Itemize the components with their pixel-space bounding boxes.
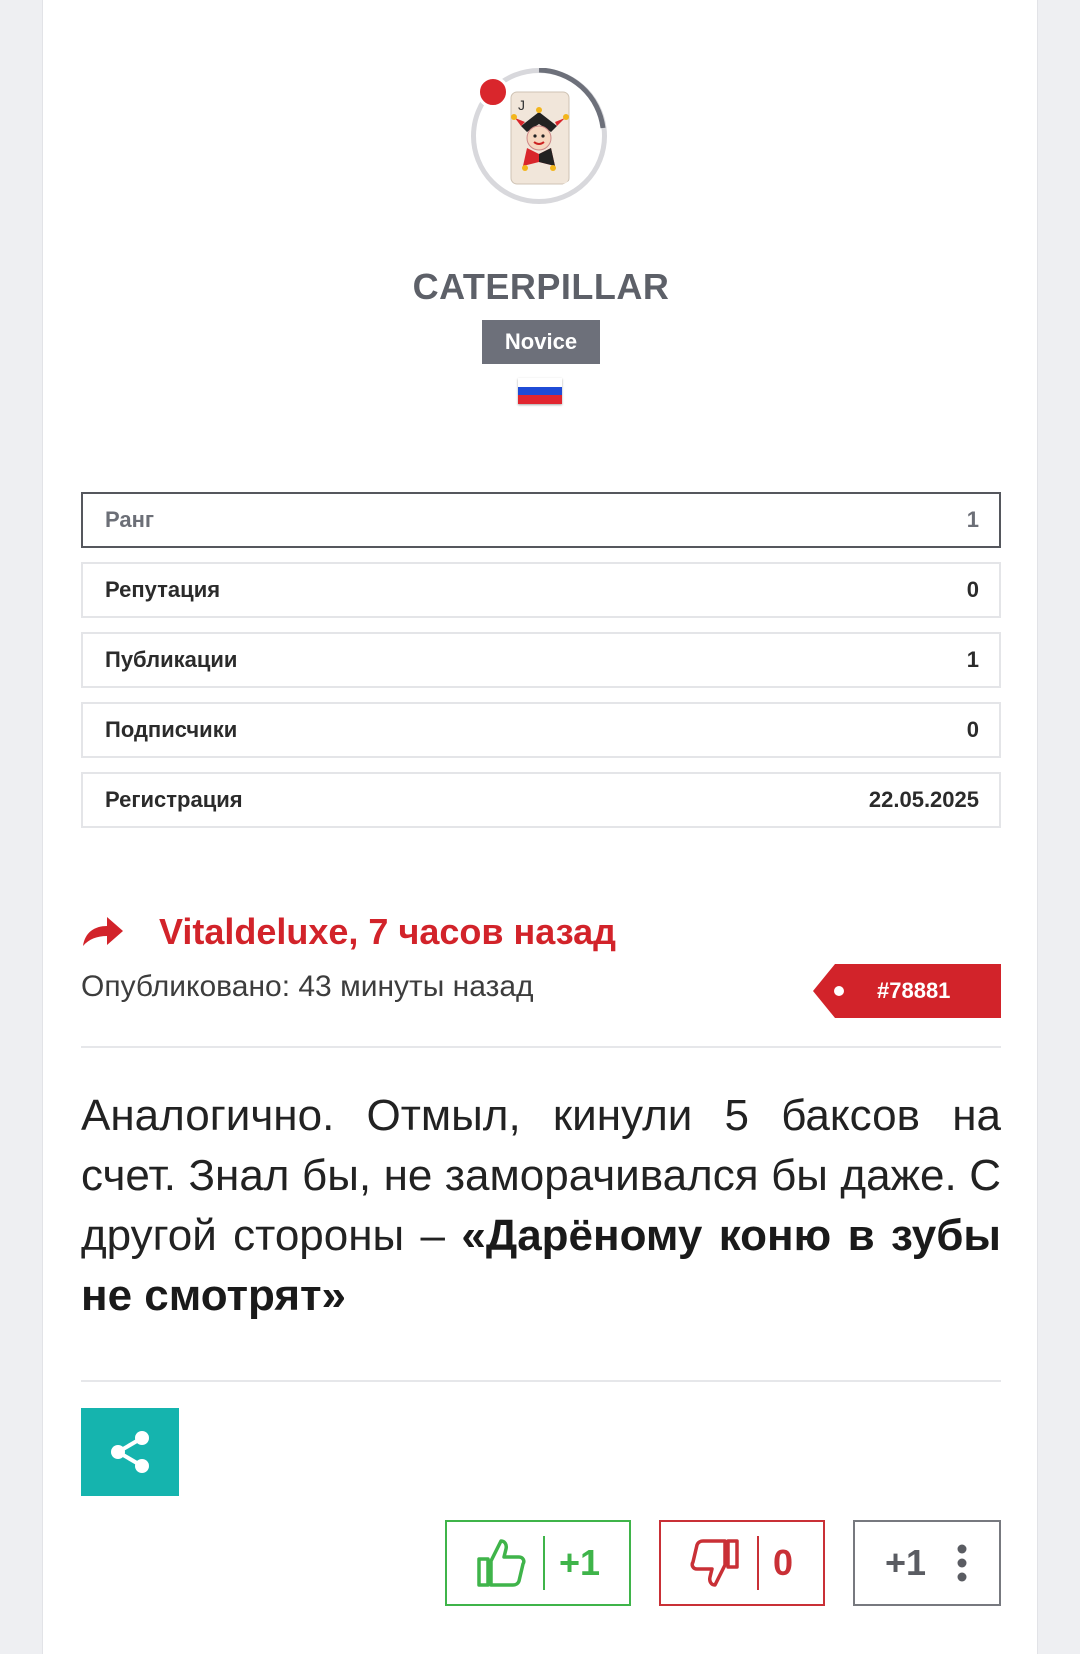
thumbs-up-icon <box>477 1539 526 1587</box>
share-button[interactable] <box>81 1408 179 1496</box>
stat-label: Репутация <box>105 577 221 602</box>
username[interactable]: CATERPILLAR <box>43 266 1039 308</box>
published-time: Опубликовано: 43 минуты назад <box>81 970 534 1003</box>
reply-to-line: Vitaldeluxe, 7 часов назад <box>81 908 616 956</box>
ru-flag-icon <box>518 378 562 404</box>
stat-label: Подписчики <box>105 717 238 742</box>
stat-row-reputation: Репутация 0 <box>81 562 1001 618</box>
total-score: +1 <box>885 1542 927 1583</box>
divider <box>81 1046 1001 1048</box>
stat-value: 1 <box>966 507 979 532</box>
upvote-button[interactable]: +1 <box>445 1520 631 1606</box>
downvote-button[interactable]: 0 <box>659 1520 825 1606</box>
stat-label: Публикации <box>105 647 238 672</box>
post-body: Аналогично. Отмыл, кинули 5 баксов на сч… <box>81 1086 1001 1326</box>
svg-text:J: J <box>518 97 525 113</box>
stat-value: 1 <box>966 647 979 672</box>
stat-label: Регистрация <box>105 787 243 812</box>
upvote-count: +1 <box>559 1542 601 1583</box>
more-vertical-icon[interactable] <box>956 1543 968 1583</box>
reply-arrow-icon <box>83 917 123 946</box>
stat-row-publications: Публикации 1 <box>81 632 1001 688</box>
score-menu-button[interactable]: +1 <box>853 1520 1001 1606</box>
separator <box>543 1536 545 1590</box>
reply-author-link[interactable]: Vitaldeluxe, 7 часов назад <box>159 911 616 953</box>
stat-row-rank: Ранг 1 <box>81 492 1001 548</box>
stat-label: Ранг <box>105 507 155 532</box>
avatar[interactable]: J <box>471 68 607 204</box>
separator <box>757 1536 759 1590</box>
post-card: J CATERPILLAR Novice Ранг 1 Репутация 0 … <box>42 0 1038 1654</box>
online-status-dot <box>477 76 509 108</box>
rank-badge: Novice <box>482 320 600 364</box>
stat-row-followers: Подписчики 0 <box>81 702 1001 758</box>
share-icon <box>111 1431 149 1473</box>
stat-value: 22.05.2025 <box>868 787 979 812</box>
stat-value: 0 <box>966 717 979 742</box>
divider <box>81 1380 1001 1382</box>
stat-row-registration: Регистрация 22.05.2025 <box>81 772 1001 828</box>
post-number-tag[interactable]: #78881 <box>813 964 1001 1018</box>
profile-stats: Ранг 1 Репутация 0 Публикации 1 Подписчи… <box>81 492 1001 842</box>
post-number: #78881 <box>877 978 951 1003</box>
downvote-count: 0 <box>773 1542 794 1583</box>
stat-value: 0 <box>966 577 979 602</box>
thumbs-down-icon <box>690 1539 739 1587</box>
